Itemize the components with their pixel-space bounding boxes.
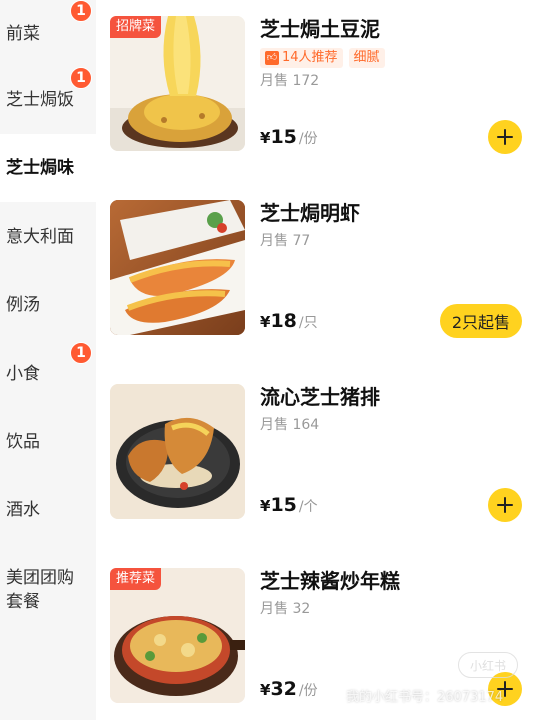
sidebar-item-label: 意大利面: [6, 227, 74, 247]
min-order-button[interactable]: 2只起售: [439, 304, 522, 338]
sidebar-item-label: 套餐: [6, 592, 40, 612]
price-unit: /份: [298, 683, 318, 699]
dish-tags: 👍︎ 14人推荐 细腻: [260, 48, 385, 68]
price: ¥ 32 /份: [260, 678, 318, 700]
thumb-up-icon: 👍︎: [265, 51, 279, 65]
dish-image[interactable]: [110, 200, 245, 335]
price: ¥ 18 /只: [260, 310, 318, 332]
sidebar-item-pasta[interactable]: 意大利面: [0, 203, 96, 271]
dish-name: 芝士焗明虾: [260, 201, 360, 225]
sidebar-item-label: 芝士焗味: [6, 158, 74, 178]
plus-icon-vertical: [503, 129, 507, 145]
plus-icon-vertical: [503, 497, 507, 513]
cheese-prawn-image: [110, 200, 245, 335]
sidebar-item-soup[interactable]: 例汤: [0, 271, 96, 339]
pork-chop-image: [110, 384, 245, 519]
sidebar-item-cheese-baked[interactable]: 芝士焗味: [0, 134, 96, 202]
monthly-sales: 月售 77: [260, 233, 311, 249]
plus-icon-vertical: [503, 681, 507, 697]
sidebar-item-label: 小食: [6, 364, 40, 384]
count-badge: 1: [70, 342, 92, 364]
count-badge: 1: [70, 0, 92, 22]
currency-symbol: ¥: [260, 129, 271, 147]
signature-dish-tag: 招牌菜: [110, 16, 162, 38]
sidebar-item-label: 饮品: [6, 432, 40, 452]
monthly-sales: 月售 172: [260, 73, 320, 89]
currency-symbol: ¥: [260, 313, 271, 331]
dish-name: 流心芝士猪排: [260, 385, 380, 409]
price: ¥ 15 /个: [260, 494, 318, 516]
dish-name: 芝士辣酱炒年糕: [260, 569, 400, 593]
watermark-text: 我的小红书号：26073174: [346, 690, 504, 705]
add-to-cart-button[interactable]: [488, 488, 522, 522]
menu-item[interactable]: 芝士焗明虾 月售 77 ¥ 18 /只 2只起售: [110, 200, 540, 338]
watermark-logo: 小红书: [458, 652, 518, 678]
sidebar-item-drinks[interactable]: 饮品: [0, 408, 96, 476]
currency-symbol: ¥: [260, 681, 271, 699]
menu-item[interactable]: 流心芝士猪排 月售 164 ¥ 15 /个: [110, 384, 540, 522]
monthly-sales: 月售 164: [260, 417, 320, 433]
category-sidebar: 前菜 1 芝士焗饭 1 芝士焗味 意大利面 例汤 小食 1 饮品 酒水 美团团购…: [0, 0, 96, 720]
sidebar-item-label: 芝士焗饭: [6, 90, 74, 110]
price-unit: /只: [298, 315, 318, 331]
price-amount: 18: [270, 310, 297, 332]
price-amount: 32: [270, 678, 297, 700]
recommended-dish-tag: 推荐菜: [110, 568, 162, 590]
add-to-cart-button[interactable]: [488, 120, 522, 154]
price: ¥ 15 /份: [260, 126, 318, 148]
currency-symbol: ¥: [260, 497, 271, 515]
recommend-tag: 👍︎ 14人推荐: [260, 48, 343, 68]
price-unit: /个: [298, 499, 318, 515]
price-amount: 15: [270, 126, 297, 148]
monthly-sales: 月售 32: [260, 601, 311, 617]
texture-tag: 细腻: [348, 48, 385, 68]
dish-name: 芝士焗土豆泥: [260, 17, 380, 41]
dish-image[interactable]: [110, 384, 245, 519]
sidebar-item-label: 例汤: [6, 295, 40, 315]
price-unit: /份: [298, 131, 318, 147]
menu-item[interactable]: 推荐菜 芝士辣酱炒年糕 月售 32 ¥ 32 /份: [110, 568, 540, 706]
menu-item[interactable]: 招牌菜 芝士焗土豆泥 👍︎ 14人推荐 细腻 月售 172 ¥ 15 /份: [110, 16, 540, 154]
sidebar-item-label: 前菜: [6, 24, 40, 44]
recommend-tag-text: 14人推荐: [282, 50, 338, 65]
sidebar-item-group-deal[interactable]: 美团团购 套餐: [0, 566, 96, 620]
sidebar-item-label: 美团团购: [6, 568, 74, 588]
price-amount: 15: [270, 494, 297, 516]
sidebar-item-wine[interactable]: 酒水: [0, 476, 96, 544]
sidebar-item-label: 酒水: [6, 500, 40, 520]
count-badge: 1: [70, 67, 92, 89]
